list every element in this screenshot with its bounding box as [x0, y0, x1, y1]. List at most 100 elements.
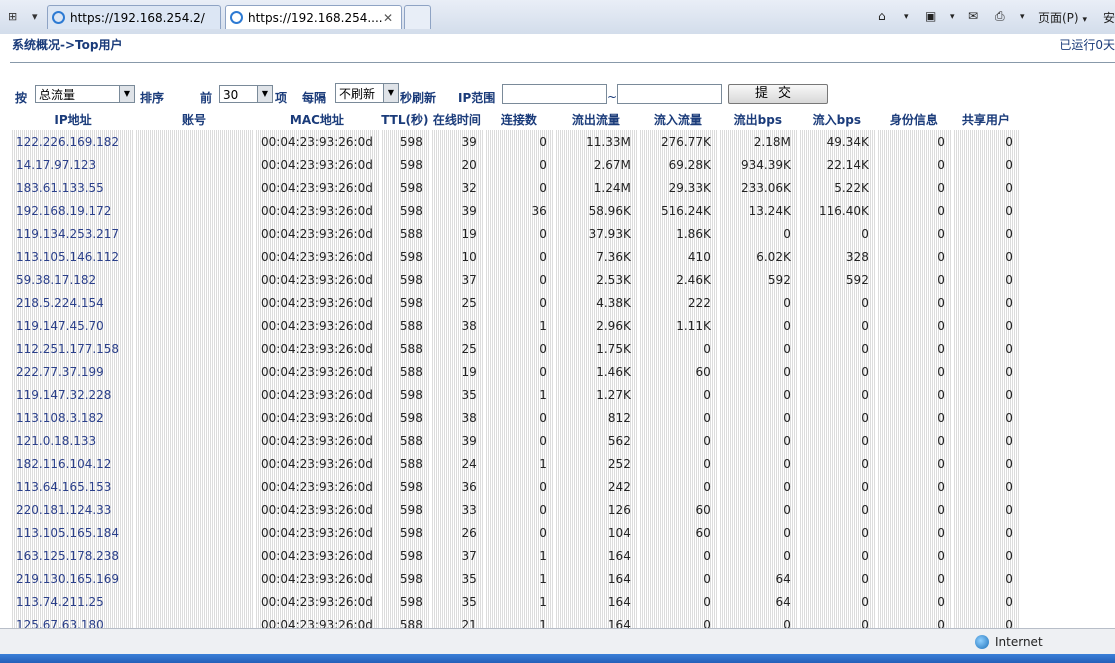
safety-menu[interactable]: 安	[1103, 9, 1115, 26]
ip-cell[interactable]: 119.134.253.217	[12, 222, 135, 245]
download-traffic-cell: 222	[637, 291, 719, 314]
mac-cell: 00:04:23:93:26:0d	[254, 130, 381, 153]
ip-cell[interactable]: 113.105.165.184	[12, 521, 135, 544]
identity-cell: 0	[875, 613, 953, 628]
mac-header[interactable]: MAC地址	[254, 108, 380, 130]
upload-bps-cell: 0	[717, 521, 799, 544]
refresh-select[interactable]: 不刷新 ▼	[335, 83, 399, 103]
ttl-cell: 598	[379, 406, 431, 429]
online-time-cell: 35	[429, 567, 485, 590]
upload-traffic-cell: 2.53K	[553, 268, 639, 291]
read-mail-icon[interactable]: ✉	[968, 9, 978, 23]
connections-cell: 1	[483, 590, 555, 613]
home-icon[interactable]: ⌂	[878, 9, 886, 23]
ip-header[interactable]: IP地址	[12, 108, 134, 130]
submit-button[interactable]: 提交	[728, 84, 828, 104]
download-traffic-header[interactable]: 流入流量	[638, 108, 718, 130]
ip-cell[interactable]: 125.67.63.180	[12, 613, 135, 628]
upload-traffic-cell: 4.38K	[553, 291, 639, 314]
ie-icon	[52, 11, 65, 24]
ip-cell[interactable]: 219.130.165.169	[12, 567, 135, 590]
ip-cell[interactable]: 182.116.104.12	[12, 452, 135, 475]
zone-label: Internet	[995, 635, 1043, 649]
ip-cell[interactable]: 59.38.17.182	[12, 268, 135, 291]
shared-users-cell: 0	[951, 130, 1021, 153]
home-dropdown-icon[interactable]: ▾	[904, 12, 909, 22]
ttl-cell: 598	[379, 199, 431, 222]
page-menu[interactable]: 页面(P) ▾	[1038, 9, 1087, 26]
account-cell	[134, 314, 255, 337]
ip-cell[interactable]: 112.251.177.158	[12, 337, 135, 360]
close-tab-icon[interactable]: ✕	[383, 6, 393, 29]
ip-cell[interactable]: 122.226.169.182	[12, 130, 135, 153]
upload-bps-header[interactable]: 流出bps	[718, 108, 798, 130]
download-bps-cell: 0	[797, 429, 877, 452]
table-row: 113.108.3.182 00:04:23:93:26:0d 598 38 0 812 0…	[12, 406, 1021, 429]
download-bps-cell: 0	[797, 222, 877, 245]
print-dropdown-icon[interactable]: ▾	[1020, 12, 1025, 22]
download-traffic-cell: 60	[637, 498, 719, 521]
ip-cell[interactable]: 113.74.211.25	[12, 590, 135, 613]
ip-to-input[interactable]	[617, 84, 722, 104]
shared-users-cell: 0	[951, 567, 1021, 590]
globe-icon	[975, 635, 989, 649]
download-traffic-cell: 2.46K	[637, 268, 719, 291]
ip-cell[interactable]: 119.147.45.70	[12, 314, 135, 337]
tab-2[interactable]: https://192.168.254.... ✕	[225, 5, 402, 29]
top-count-select[interactable]: 30 ▼	[219, 85, 273, 103]
ip-cell[interactable]: 218.5.224.154	[12, 291, 135, 314]
ip-cell[interactable]: 163.125.178.238	[12, 544, 135, 567]
ip-cell[interactable]: 183.61.133.55	[12, 176, 135, 199]
connections-cell: 0	[483, 429, 555, 452]
ip-cell[interactable]: 222.77.37.199	[12, 360, 135, 383]
download-traffic-cell: 0	[637, 613, 719, 628]
mac-cell: 00:04:23:93:26:0d	[254, 544, 381, 567]
download-bps-cell: 0	[797, 521, 877, 544]
upload-traffic-header[interactable]: 流出流量	[554, 108, 638, 130]
top-label: 前	[200, 91, 213, 105]
mac-cell: 00:04:23:93:26:0d	[254, 498, 381, 521]
tab-1[interactable]: https://192.168.254.2/	[47, 5, 221, 29]
upload-traffic-cell: 1.75K	[553, 337, 639, 360]
shared-users-cell: 0	[951, 245, 1021, 268]
account-cell	[134, 590, 255, 613]
feeds-icon[interactable]: ▣	[925, 9, 936, 23]
ip-cell[interactable]: 119.147.32.228	[12, 383, 135, 406]
account-cell	[134, 613, 255, 628]
ip-cell[interactable]: 121.0.18.133	[12, 429, 135, 452]
account-header[interactable]: 账号	[134, 108, 254, 130]
download-bps-cell: 0	[797, 291, 877, 314]
tab-list-chevron-icon[interactable]: ▾	[32, 9, 38, 25]
ip-from-input[interactable]	[502, 84, 607, 104]
quick-tabs-icon[interactable]: ⊞	[8, 9, 17, 25]
ttl-cell: 598	[379, 176, 431, 199]
feeds-dropdown-icon[interactable]: ▾	[950, 12, 955, 22]
ip-cell[interactable]: 113.105.146.112	[12, 245, 135, 268]
connections-cell: 0	[483, 245, 555, 268]
ip-cell[interactable]: 192.168.19.172	[12, 199, 135, 222]
ttl-cell: 598	[379, 544, 431, 567]
print-icon[interactable]: ⎙	[995, 9, 1005, 24]
online-time-cell: 25	[429, 337, 485, 360]
upload-bps-cell: 64	[717, 590, 799, 613]
connections-header[interactable]: 连接数	[484, 108, 554, 130]
ttl-cell: 598	[379, 268, 431, 291]
new-tab-button[interactable]	[404, 5, 431, 29]
ttl-cell: 598	[379, 567, 431, 590]
identity-cell: 0	[875, 406, 953, 429]
upload-bps-cell: 0	[717, 613, 799, 628]
ttl-cell: 598	[379, 291, 431, 314]
online-time-cell: 35	[429, 383, 485, 406]
ip-cell[interactable]: 113.64.165.153	[12, 475, 135, 498]
sort-select[interactable]: 总流量 ▼	[35, 85, 135, 103]
ip-cell[interactable]: 14.17.97.123	[12, 153, 135, 176]
ip-cell[interactable]: 220.181.124.33	[12, 498, 135, 521]
online-time-cell: 24	[429, 452, 485, 475]
ip-cell[interactable]: 113.108.3.182	[12, 406, 135, 429]
shared-users-header: 共享用户	[961, 112, 1010, 127]
download-traffic-cell: 516.24K	[637, 199, 719, 222]
refresh-select-value: 不刷新	[339, 87, 376, 101]
online-time-cell: 35	[429, 590, 485, 613]
download-bps-header[interactable]: 流入bps	[798, 108, 876, 130]
table-row: 182.116.104.12 00:04:23:93:26:0d 588 24 1 252…	[12, 452, 1021, 475]
